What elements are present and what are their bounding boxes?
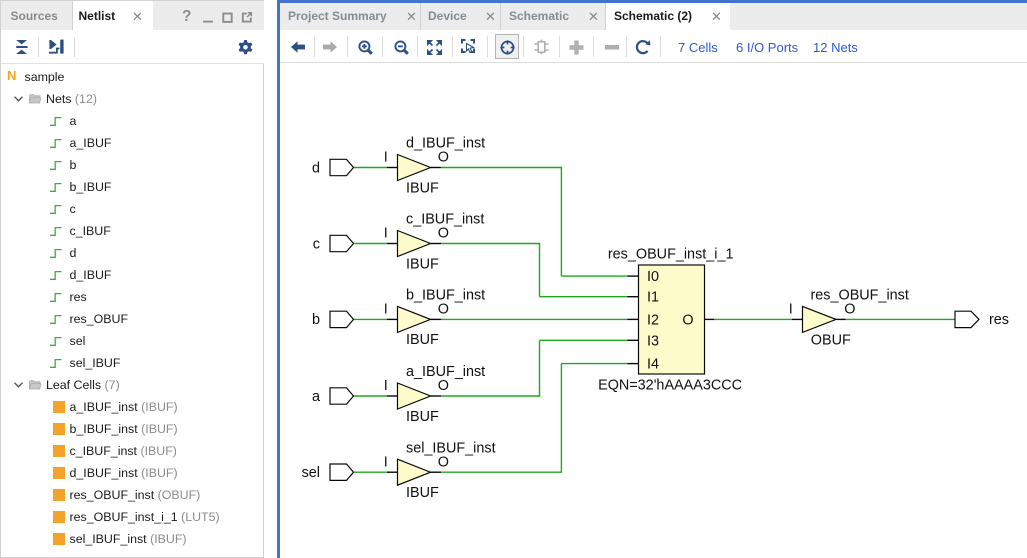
svg-text:IBUF: IBUF bbox=[406, 409, 439, 425]
svg-text:I2: I2 bbox=[647, 312, 659, 328]
svg-text:sel: sel bbox=[302, 465, 320, 481]
svg-text:O: O bbox=[682, 312, 693, 328]
svg-text:res: res bbox=[989, 312, 1009, 328]
svg-text:d_IBUF_inst: d_IBUF_inst bbox=[406, 136, 485, 152]
svg-text:IBUF: IBUF bbox=[406, 256, 439, 272]
svg-text:IBUF: IBUF bbox=[406, 332, 439, 348]
svg-text:EQN=32'hAAAA3CCC: EQN=32'hAAAA3CCC bbox=[598, 377, 742, 393]
svg-text:I: I bbox=[384, 454, 388, 470]
svg-text:I: I bbox=[384, 150, 388, 166]
svg-text:res_OBUF_inst_i_1: res_OBUF_inst_i_1 bbox=[608, 246, 734, 262]
svg-text:I3: I3 bbox=[647, 333, 659, 349]
svg-text:I: I bbox=[384, 378, 388, 394]
svg-text:I1: I1 bbox=[647, 290, 659, 306]
svg-text:I: I bbox=[789, 302, 793, 318]
svg-text:a_IBUF_inst: a_IBUF_inst bbox=[406, 364, 485, 380]
svg-text:c_IBUF_inst: c_IBUF_inst bbox=[406, 212, 484, 228]
svg-text:b: b bbox=[312, 312, 320, 328]
svg-text:O: O bbox=[438, 226, 449, 242]
svg-text:c: c bbox=[313, 236, 320, 252]
svg-text:O: O bbox=[844, 302, 855, 318]
svg-text:O: O bbox=[438, 454, 449, 470]
svg-text:OBUF: OBUF bbox=[811, 332, 851, 348]
svg-text:IBUF: IBUF bbox=[406, 485, 439, 501]
svg-text:O: O bbox=[438, 378, 449, 394]
svg-text:sel_IBUF_inst: sel_IBUF_inst bbox=[406, 440, 496, 456]
svg-text:I0: I0 bbox=[647, 269, 659, 285]
svg-text:d: d bbox=[312, 160, 320, 176]
svg-text:res_OBUF_inst: res_OBUF_inst bbox=[811, 288, 909, 304]
svg-text:I4: I4 bbox=[647, 357, 659, 373]
svg-text:O: O bbox=[438, 150, 449, 166]
svg-text:a: a bbox=[312, 389, 320, 405]
svg-text:I: I bbox=[384, 226, 388, 242]
svg-text:O: O bbox=[438, 302, 449, 318]
svg-text:b_IBUF_inst: b_IBUF_inst bbox=[406, 288, 485, 304]
svg-text:IBUF: IBUF bbox=[406, 180, 439, 196]
svg-text:I: I bbox=[384, 302, 388, 318]
